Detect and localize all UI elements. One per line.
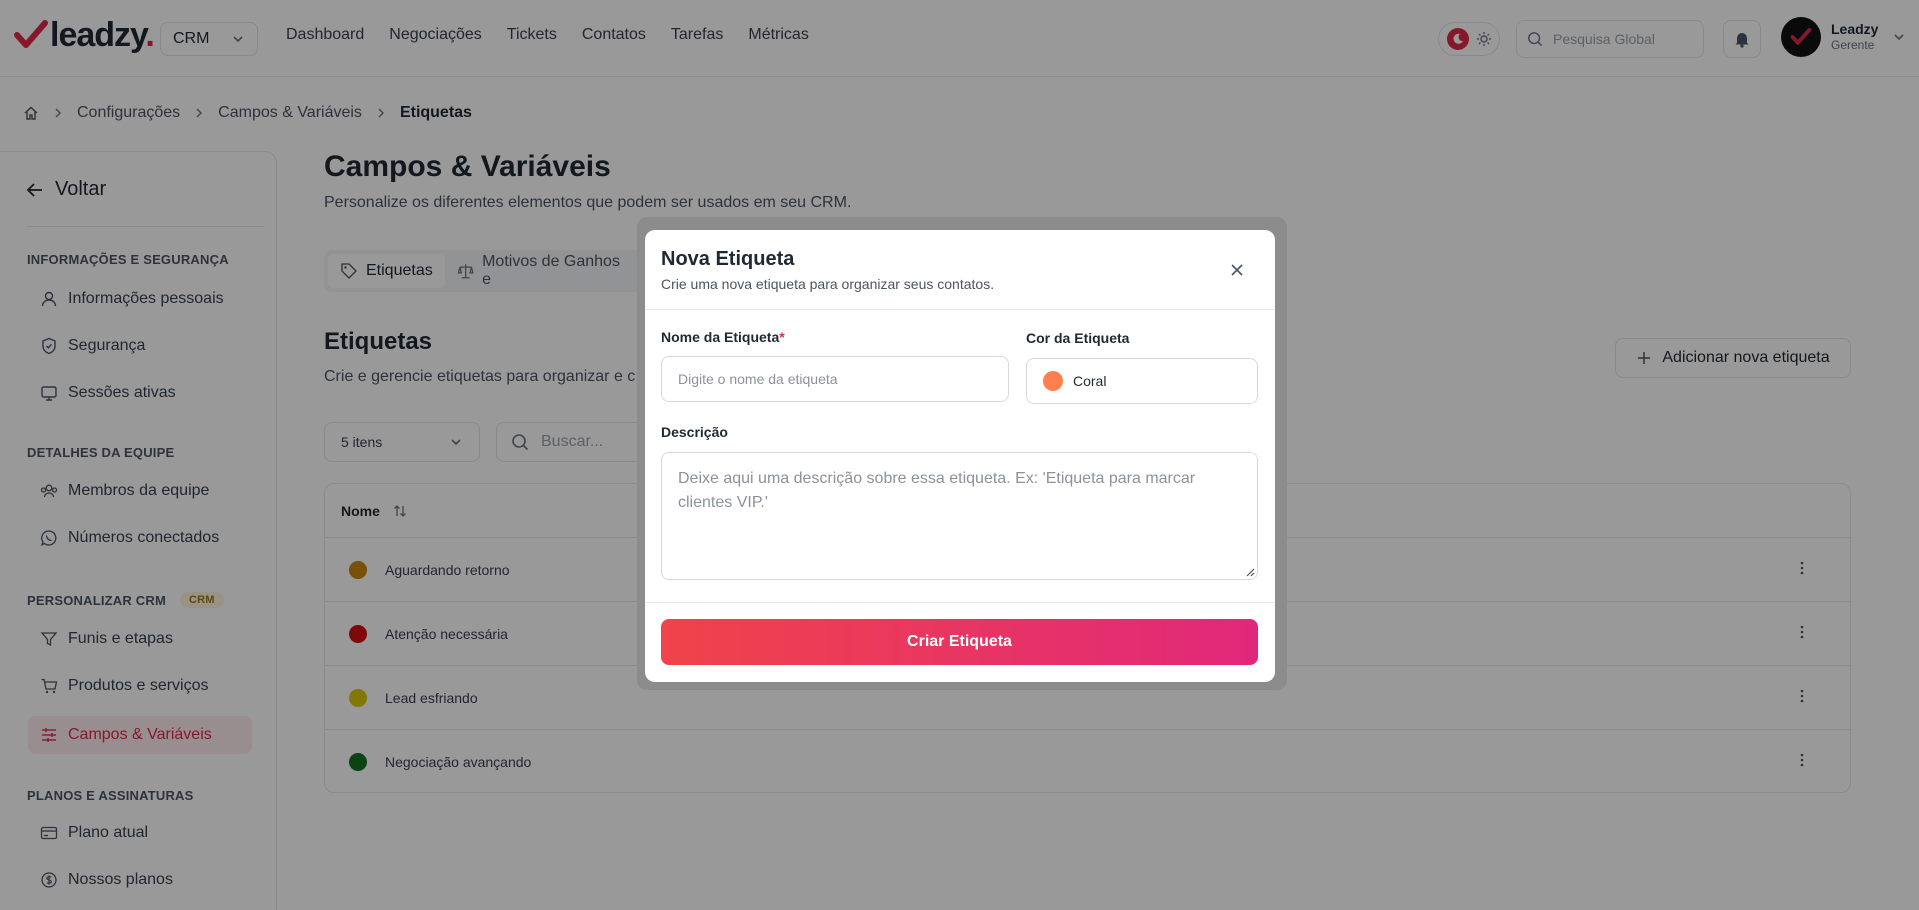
description-textarea[interactable] [661, 452, 1258, 580]
color-swatch [1043, 371, 1063, 391]
create-tag-button[interactable]: Criar Etiqueta [661, 619, 1258, 665]
tag-name-label: Nome da Etiqueta* [661, 329, 785, 345]
tag-color-select[interactable]: Coral [1026, 358, 1258, 404]
resize-grip-icon[interactable] [1245, 567, 1255, 577]
tag-name-input[interactable] [661, 356, 1009, 402]
dialog-title: Nova Etiqueta [661, 248, 795, 270]
tag-color-label: Cor da Etiqueta [1026, 330, 1130, 346]
close-button[interactable] [1227, 260, 1247, 280]
new-tag-dialog: Nova Etiqueta Crie uma nova etiqueta par… [645, 230, 1275, 682]
dialog-header: Nova Etiqueta Crie uma nova etiqueta par… [645, 230, 1275, 310]
description-label: Descrição [661, 424, 728, 440]
dialog-description: Crie uma nova etiqueta para organizar se… [661, 276, 995, 292]
divider [645, 602, 1275, 603]
tag-name-label-text: Nome da Etiqueta [661, 329, 780, 345]
close-icon [1231, 264, 1243, 276]
required-mark: * [779, 329, 785, 345]
tag-color-value: Coral [1073, 373, 1107, 389]
